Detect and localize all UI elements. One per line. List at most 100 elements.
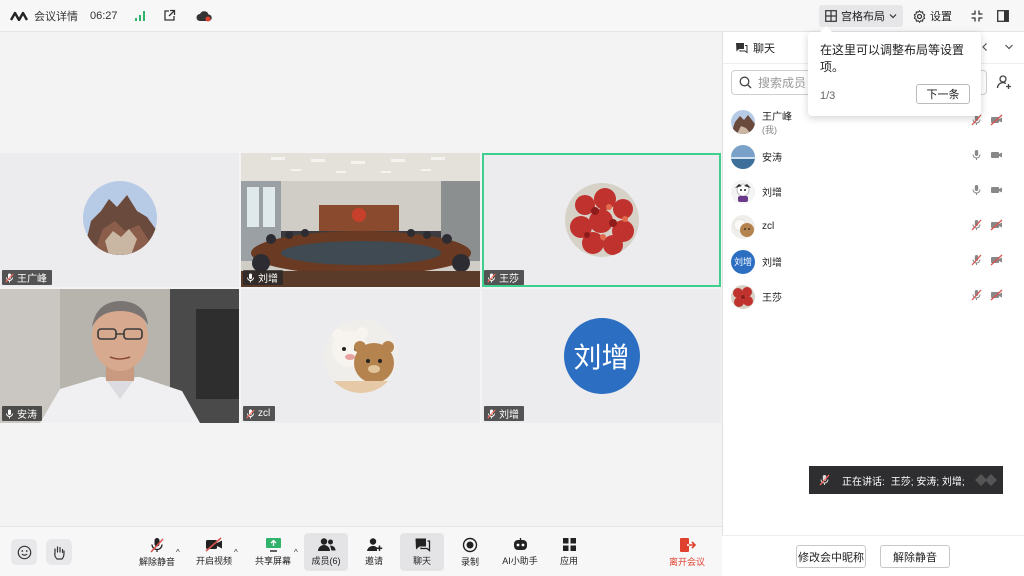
chevron-down-icon[interactable] <box>1004 42 1014 52</box>
camera-off-icon[interactable] <box>990 254 1003 266</box>
camera-icon[interactable] <box>990 184 1003 196</box>
chat-button[interactable]: 聊天 <box>400 533 444 571</box>
apps-grid-icon <box>562 538 576 551</box>
panel-footer: 修改会中昵称 解除静音 <box>722 535 1024 576</box>
meeting-toolbar: 解除静音 ^ 开启视频 ^ 共享屏幕 ^ 成员(6) 邀请 聊天 录制 AI小助… <box>0 526 722 576</box>
video-tile[interactable]: 刘增 刘增 <box>482 289 721 423</box>
external-link-icon[interactable] <box>162 8 178 24</box>
reactions-button[interactable] <box>11 539 37 565</box>
list-item[interactable]: 安涛 <box>723 139 1023 174</box>
unmute-button[interactable]: 解除静音 <box>136 533 178 571</box>
member-self-tag: (我) <box>762 124 777 135</box>
chat-icon <box>736 42 748 53</box>
speaking-names: 王莎; 安涛; 刘增; <box>890 476 965 488</box>
mic-muted-icon[interactable] <box>971 219 982 231</box>
robot-icon <box>513 538 527 550</box>
avatar <box>731 214 755 239</box>
camera-off-icon <box>205 537 222 552</box>
avatar <box>323 319 398 393</box>
onboarding-tooltip: 在这里可以调整布局等设置项。 1/3 下一条 <box>808 26 981 116</box>
cloud-record-icon[interactable] <box>196 8 212 24</box>
member-name: 刘增 <box>762 258 782 269</box>
chevron-up-icon[interactable]: ^ <box>294 548 298 557</box>
invite-button[interactable]: 邀请 <box>356 533 392 571</box>
avatar <box>731 144 755 169</box>
mic-muted-icon <box>246 409 255 418</box>
grid-layout-label: 宫格布局 <box>841 11 885 23</box>
meeting-timer: 06:27 <box>90 9 118 22</box>
mic-muted-icon <box>487 273 496 282</box>
mic-muted-icon <box>487 409 496 418</box>
raise-hand-button[interactable] <box>46 539 72 565</box>
settings-button[interactable]: 设置 <box>907 5 958 27</box>
camera-icon[interactable] <box>990 149 1003 161</box>
grid-layout-icon <box>825 10 837 22</box>
member-name: 王莎 <box>762 293 782 304</box>
add-user-icon <box>366 538 382 551</box>
hand-icon <box>54 545 65 560</box>
video-tile[interactable]: 王广峰 <box>0 153 239 287</box>
video-tile[interactable]: 刘增 <box>241 153 480 287</box>
mic-muted-icon <box>150 537 164 553</box>
list-item[interactable]: 刘增 <box>723 174 1023 209</box>
exit-fullscreen-icon[interactable] <box>964 5 990 27</box>
mic-icon <box>247 273 254 282</box>
camera-off-icon[interactable] <box>990 219 1003 231</box>
rename-in-meeting-button[interactable]: 修改会中昵称 <box>796 545 866 568</box>
mic-muted-icon[interactable] <box>971 254 982 266</box>
camera-off-icon[interactable] <box>990 114 1003 126</box>
list-item[interactable]: 刘增 刘增 <box>723 244 1023 279</box>
apps-button[interactable]: 应用 <box>552 533 586 571</box>
search-icon <box>739 76 752 89</box>
participant-video <box>0 289 239 423</box>
member-name: 刘增 <box>762 188 782 199</box>
top-bar: 会议详情 06:27 宫格布局 设置 <box>0 0 1024 32</box>
members-button[interactable]: 成员(6) <box>304 533 348 571</box>
ai-assistant-button[interactable]: AI小助手 <box>498 533 542 571</box>
tooltip-next-button[interactable]: 下一条 <box>916 84 970 104</box>
unmute-all-button[interactable]: 解除静音 <box>880 545 950 568</box>
chevron-up-icon[interactable]: ^ <box>176 548 180 557</box>
expand-speaker-icon[interactable] <box>973 472 1001 488</box>
meeting-details-link[interactable]: 会议详情 <box>34 8 78 24</box>
camera-off-icon[interactable] <box>990 289 1003 301</box>
start-video-button[interactable]: 开启视频 <box>194 533 234 571</box>
mic-muted-icon[interactable] <box>971 289 982 301</box>
leave-meeting-button[interactable]: 离开会议 <box>664 533 710 571</box>
participant-name-tag: 王莎 <box>484 270 524 285</box>
mic-icon <box>6 409 13 418</box>
tooltip-message: 在这里可以调整布局等设置项。 <box>820 43 965 74</box>
participant-name-tag: zcl <box>243 406 276 421</box>
member-name: 王广峰 <box>762 111 792 123</box>
emoji-icon <box>17 545 31 559</box>
avatar <box>564 183 639 257</box>
chat-icon <box>415 538 430 552</box>
mic-icon[interactable] <box>971 149 982 161</box>
invite-member-button[interactable] <box>992 70 1016 94</box>
mic-muted-icon <box>5 273 14 282</box>
gear-icon <box>913 9 926 23</box>
participant-name-tag: 刘增 <box>484 406 524 421</box>
grid-layout-button[interactable]: 宫格布局 <box>819 5 903 27</box>
speaking-indicator: 正在讲话: 王莎; 安涛; 刘增; <box>809 466 1003 494</box>
toggle-sidebar-icon[interactable] <box>990 5 1016 27</box>
participant-name-tag: 安涛 <box>2 406 42 421</box>
avatar <box>731 284 755 309</box>
signal-icon[interactable] <box>132 8 148 24</box>
list-item[interactable]: 王莎 <box>723 279 1023 314</box>
speaking-label: 正在讲话: <box>842 476 885 488</box>
mic-icon[interactable] <box>971 184 982 196</box>
record-button[interactable]: 录制 <box>452 533 488 571</box>
chevron-left-icon[interactable] <box>980 42 990 52</box>
share-screen-icon <box>265 538 281 552</box>
members-icon <box>317 538 336 551</box>
video-tile[interactable]: 安涛 <box>0 289 239 423</box>
share-screen-button[interactable]: 共享屏幕 <box>252 533 294 571</box>
mic-muted-icon <box>819 474 830 486</box>
video-tile[interactable]: zcl <box>241 289 480 423</box>
video-tile-active-speaker[interactable]: 王莎 <box>482 153 721 287</box>
tooltip-step-counter: 1/3 <box>820 90 836 102</box>
list-item[interactable]: zcl <box>723 209 1023 244</box>
chevron-up-icon[interactable]: ^ <box>234 548 238 557</box>
member-name: zcl <box>762 221 775 232</box>
